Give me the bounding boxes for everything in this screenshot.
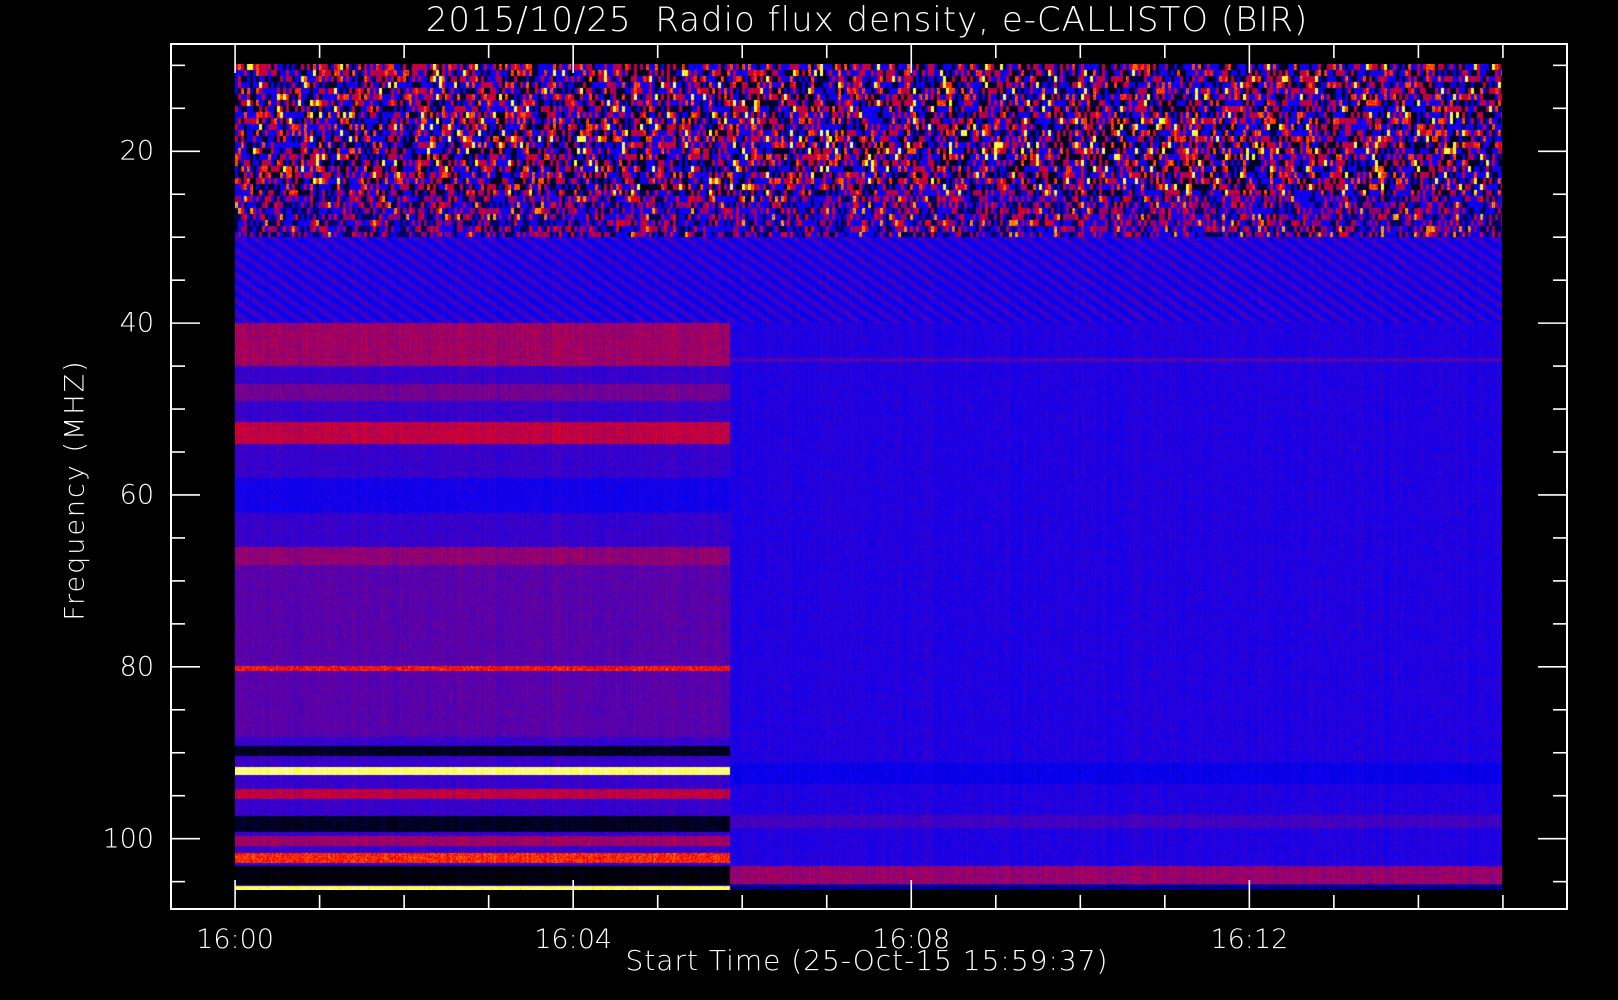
y-tick-label: 60	[119, 479, 154, 511]
axes-ticks	[170, 43, 1568, 910]
y-tick-label: 40	[119, 307, 154, 339]
y-tick-label: 80	[119, 651, 154, 683]
y-tick-label: 100	[102, 823, 154, 855]
y-axis-label: Frequency (MHZ)	[59, 359, 91, 621]
x-axis-label: Start Time (25-Oct-15 15:59:37)	[625, 944, 1109, 977]
y-tick-label: 20	[119, 135, 154, 167]
